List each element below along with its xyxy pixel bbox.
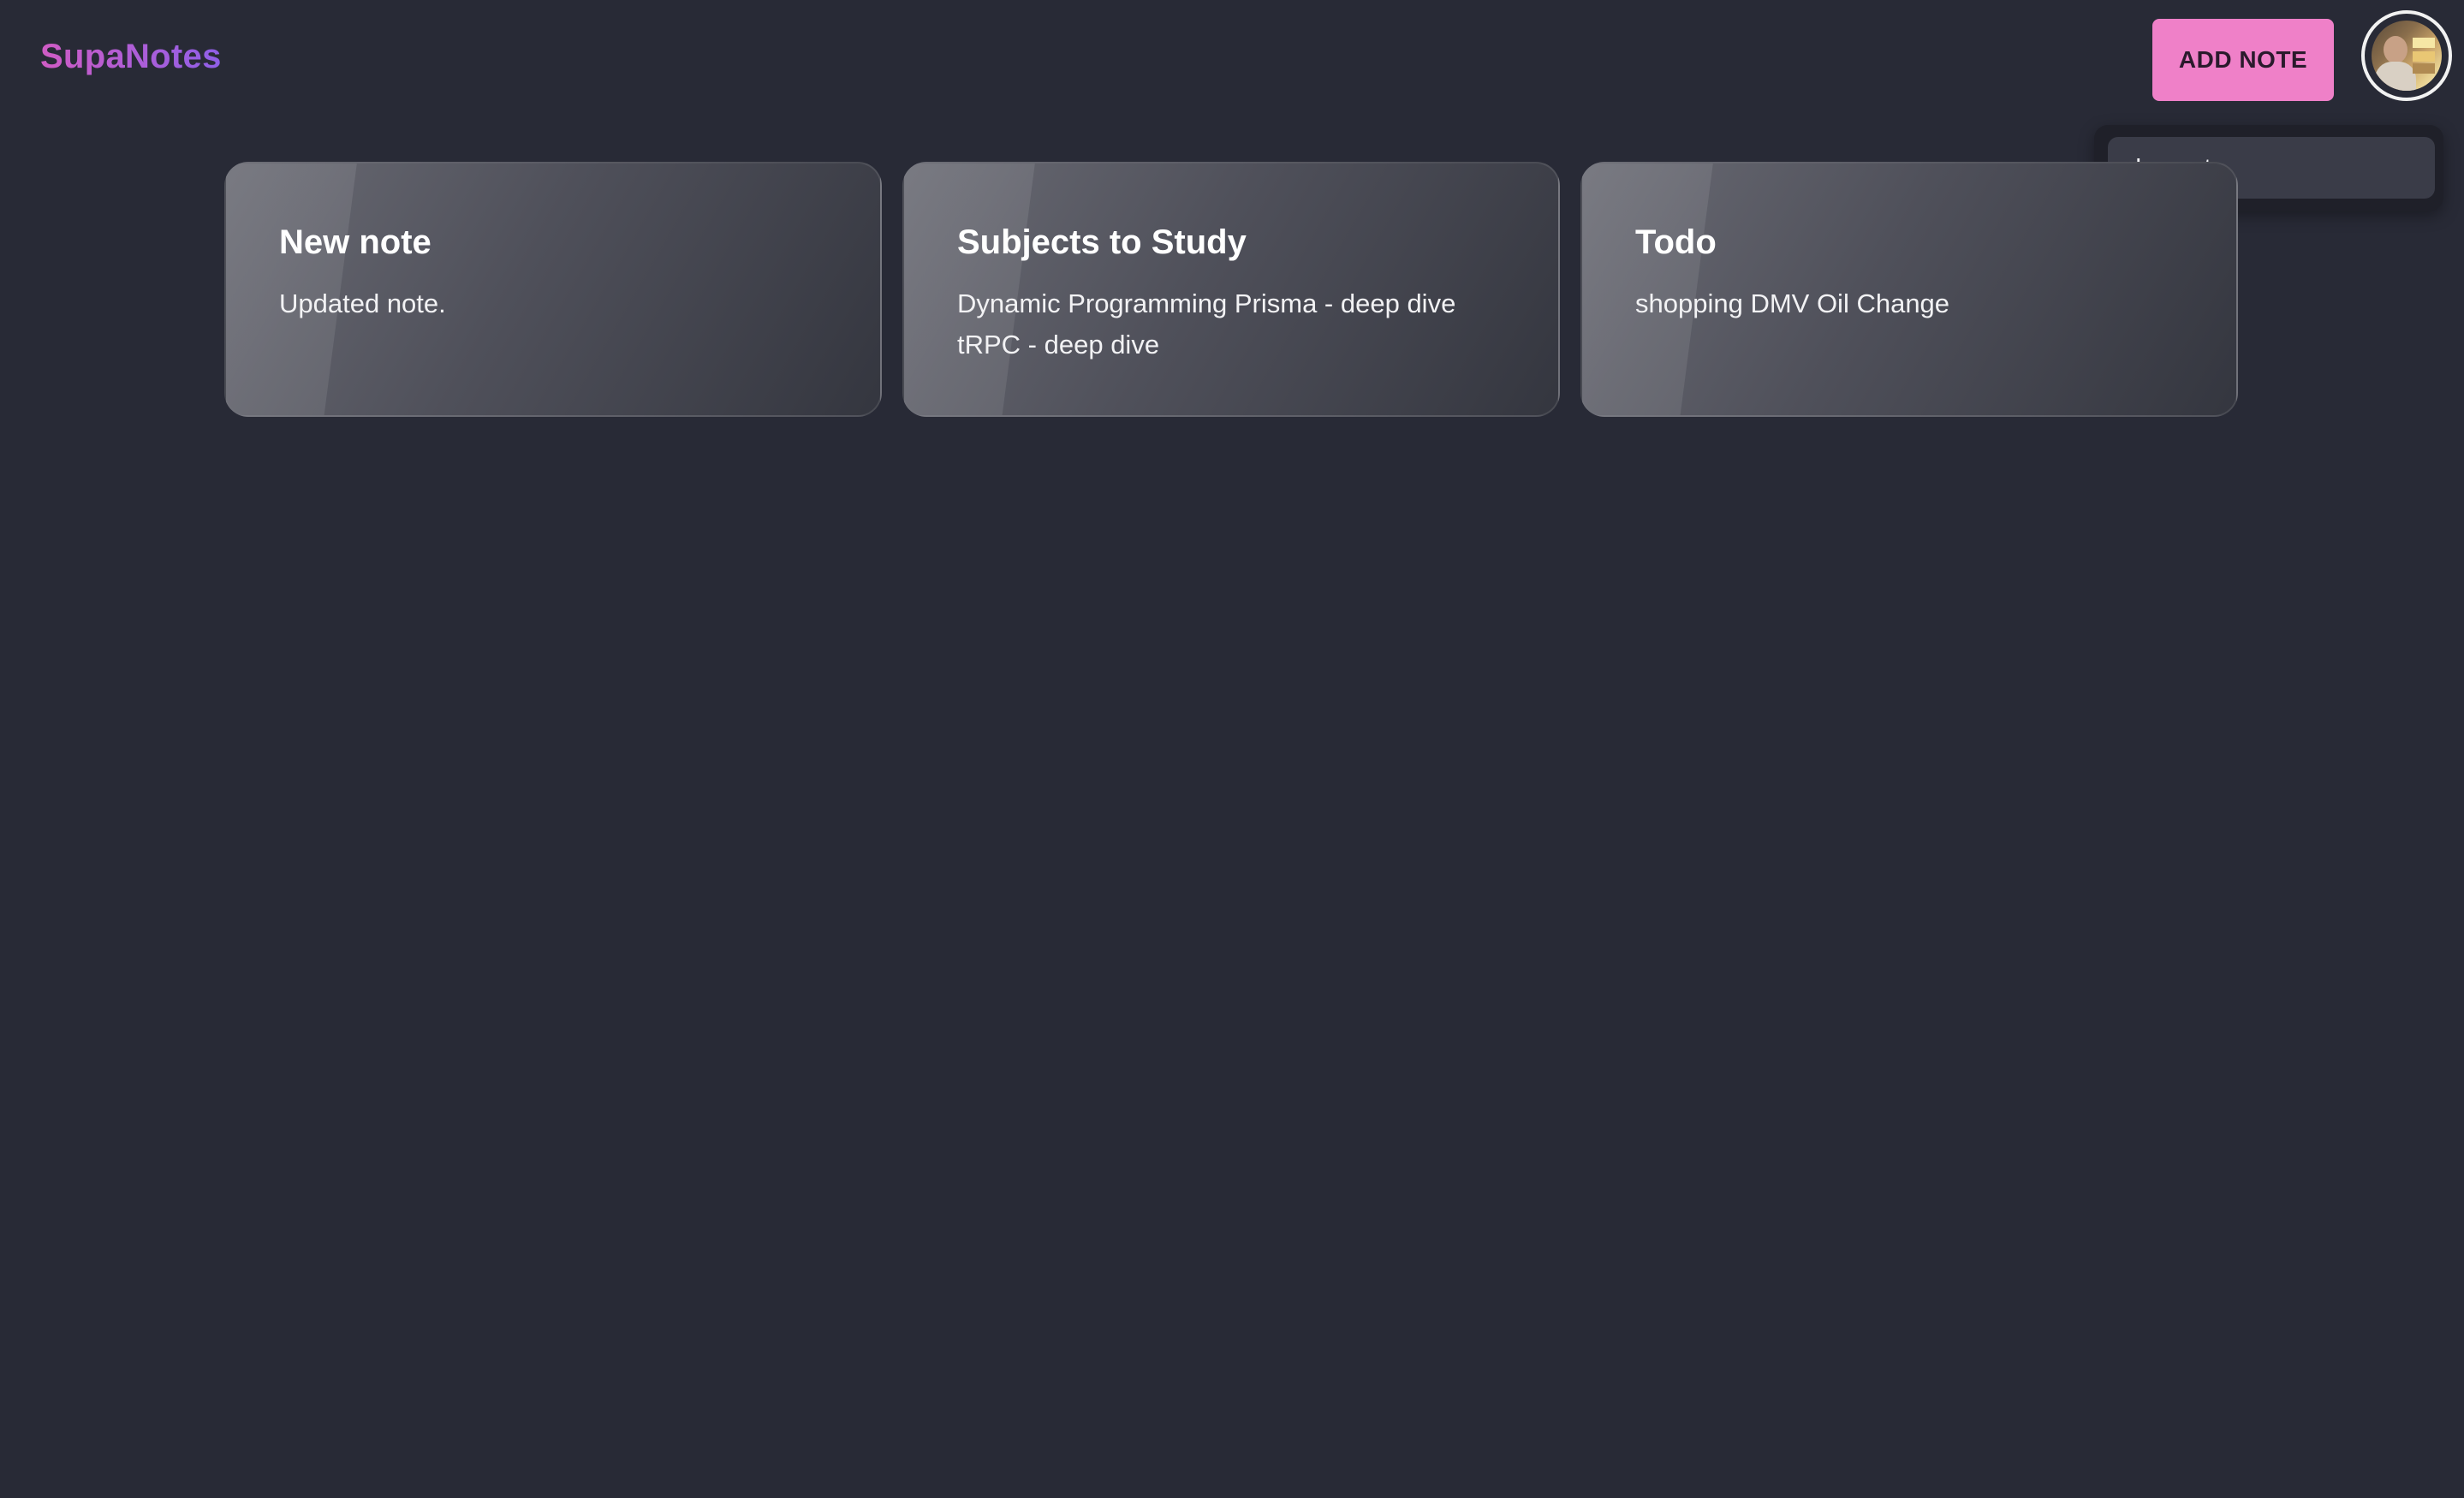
avatar-photo-body	[2375, 62, 2416, 91]
avatar-photo-head	[2384, 36, 2407, 63]
add-note-button[interactable]: ADD NOTE	[2152, 19, 2334, 101]
note-card[interactable]: New note Updated note.	[224, 162, 882, 417]
user-avatar[interactable]	[2361, 10, 2452, 101]
brand-logo[interactable]: SupaNotes	[40, 38, 222, 76]
note-title: Todo	[1635, 223, 1717, 261]
note-title: New note	[279, 223, 431, 261]
avatar-photo-background	[2413, 38, 2435, 48]
note-body: Dynamic Programming Prisma - deep dive t…	[957, 288, 1456, 360]
note-card[interactable]: Subjects to Study Dynamic Programming Pr…	[902, 162, 1560, 417]
notes-grid: New note Updated note. Subjects to Study…	[224, 162, 2238, 417]
navbar: SupaNotes ADD NOTE	[0, 0, 2464, 120]
note-card[interactable]: Todo shopping DMV Oil Change	[1580, 162, 2238, 417]
note-body: shopping DMV Oil Change	[1635, 288, 1950, 318]
note-title: Subjects to Study	[957, 223, 1247, 261]
note-body: Updated note.	[279, 288, 446, 318]
avatar-photo	[2372, 21, 2442, 91]
